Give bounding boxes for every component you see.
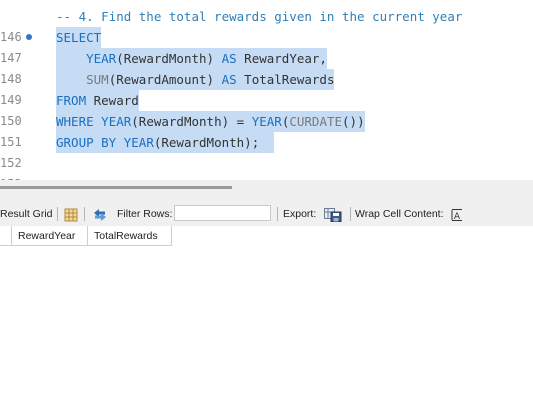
sql-text: (RewardMonth); <box>153 135 260 150</box>
editor-line: 149 SUM(RewardAmount) AS TotalRewards <box>0 69 533 107</box>
sql-text: Reward <box>86 93 139 108</box>
panel-splitter[interactable] <box>0 180 533 202</box>
sql-function: SUM <box>86 72 109 87</box>
horizontal-scrollbar[interactable] <box>0 186 232 189</box>
export-label: Export: <box>283 208 317 220</box>
sql-keyword: GROUP BY <box>56 135 117 150</box>
result-grid-tab[interactable]: Result Grid <box>0 202 53 226</box>
export-icon[interactable] <box>324 207 342 222</box>
sql-function: YEAR <box>123 135 154 150</box>
toolbar-separator <box>350 207 351 221</box>
sql-function: YEAR <box>251 114 282 129</box>
sql-function: YEAR <box>101 114 132 129</box>
sql-text: RewardYear, <box>236 51 327 66</box>
sql-text: (RewardMonth) <box>116 51 222 66</box>
sql-function: YEAR <box>86 51 117 66</box>
result-grid[interactable]: RewardYear TotalRewards <box>0 226 533 417</box>
wrap-cell-icon[interactable]: A <box>451 207 463 222</box>
toolbar-separator <box>84 207 85 221</box>
sql-function: CURDATE <box>289 114 343 129</box>
sql-text: (RewardMonth) = <box>131 114 252 129</box>
refresh-icon[interactable] <box>92 207 108 221</box>
sql-comment: -- 4. Find the total rewards given in th… <box>56 9 463 24</box>
column-header-totalrewards[interactable]: TotalRewards <box>88 226 172 246</box>
result-toolbar: Result Grid Filter Rows: Export: Wrap Ce <box>0 202 533 226</box>
editor-line: 147 SELECT <box>0 27 533 65</box>
sql-text: (RewardAmount) <box>108 72 222 87</box>
sql-keyword: AS <box>221 72 237 87</box>
editor-line: 152 GROUP BY YEAR(RewardMonth); <box>0 132 533 170</box>
toolbar-separator <box>57 207 58 221</box>
sql-text: TotalRewards <box>236 72 335 87</box>
editor-line: 146 -- 4. Find the total rewards given i… <box>0 6 533 44</box>
editor-line: 150 FROM Reward <box>0 90 533 128</box>
editor-line: 153 <box>0 153 533 180</box>
filter-rows-label: Filter Rows: <box>117 208 173 220</box>
sql-keyword: FROM <box>56 93 87 108</box>
sql-editor[interactable]: 146 -- 4. Find the total rewards given i… <box>0 0 533 180</box>
toolbar-separator <box>277 207 278 221</box>
sql-keyword: WHERE <box>56 114 94 129</box>
wrap-cell-label: Wrap Cell Content: <box>355 208 444 220</box>
statement-marker-icon <box>26 34 32 40</box>
sql-keyword: SELECT <box>56 30 102 45</box>
filter-rows-input[interactable] <box>174 205 271 221</box>
editor-line: 148 YEAR(RewardMonth) AS RewardYear, <box>0 48 533 86</box>
column-header-rewardyear[interactable]: RewardYear <box>12 226 88 246</box>
sql-text: ()) <box>342 114 365 129</box>
editor-line: 151 WHERE YEAR(RewardMonth) = YEAR(CURDA… <box>0 111 533 149</box>
row-header-corner <box>0 226 12 246</box>
sql-keyword: AS <box>221 51 237 66</box>
grid-view-icon[interactable] <box>64 207 78 222</box>
